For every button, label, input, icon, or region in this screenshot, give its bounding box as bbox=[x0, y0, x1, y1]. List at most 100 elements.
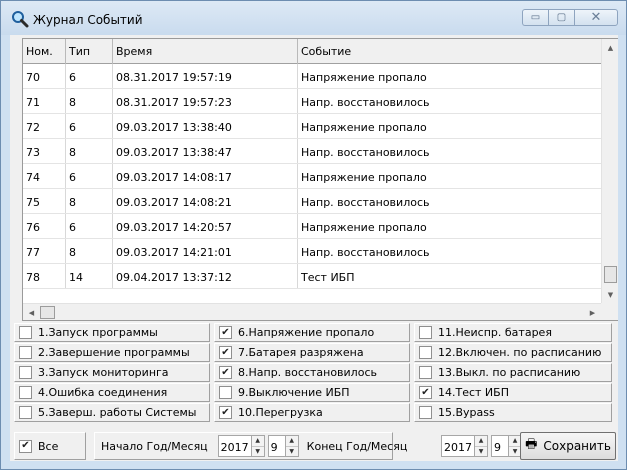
cell-event: Тест ИБП bbox=[301, 271, 355, 284]
printer-icon: 🖶 bbox=[525, 437, 538, 452]
event-log-window: Журнал Событий ▭ ▢ ✕ Ном. Тип Время Собы… bbox=[0, 0, 627, 470]
title-bar[interactable]: Журнал Событий ▭ ▢ ✕ bbox=[1, 1, 626, 35]
filter-checkbox-4[interactable]: 4.Ошибка соединения bbox=[14, 383, 210, 402]
table-row[interactable]: 72 6 09.03.2017 13:38:40 Напряжение пропало bbox=[23, 114, 601, 139]
checkmark-icon[interactable]: ✔ bbox=[219, 326, 232, 339]
horizontal-scroll-thumb[interactable] bbox=[40, 306, 55, 319]
filter-checkbox-14[interactable]: ✔ 14.Тест ИБП bbox=[414, 383, 612, 402]
end-date-group: 2017 ▲ ▼ 9 ▲ ▼ bbox=[439, 432, 522, 460]
checkbox-box[interactable] bbox=[19, 406, 32, 419]
cell-number: 77 bbox=[23, 239, 66, 263]
table-row[interactable]: 73 8 09.03.2017 13:38:47 Напр. восстановило… bbox=[23, 139, 601, 164]
filter-checkbox-10[interactable]: ✔ 10.Перегрузка bbox=[214, 403, 410, 422]
checkbox-box[interactable] bbox=[419, 406, 432, 419]
filter-checkbox-7[interactable]: ✔ 7.Батарея разряжена bbox=[214, 343, 410, 362]
filter-checkbox-2[interactable]: 2.Завершение программы bbox=[14, 343, 210, 362]
scroll-right-icon[interactable]: ▶ bbox=[584, 304, 601, 321]
checkmark-icon[interactable]: ✔ bbox=[419, 386, 432, 399]
vertical-scroll-thumb[interactable] bbox=[604, 266, 617, 283]
start-month-spinner[interactable]: 9 ▲ ▼ bbox=[267, 435, 299, 457]
start-month-value[interactable]: 9 bbox=[267, 435, 286, 457]
filter-checkbox-9[interactable]: 9.Выключение ИБП bbox=[214, 383, 410, 402]
cell-type: 6 bbox=[66, 164, 113, 188]
filter-checkbox-1[interactable]: 1.Запуск программы bbox=[14, 323, 210, 342]
column-header-number[interactable]: Ном. bbox=[23, 39, 66, 64]
filter-checkbox-6[interactable]: ✔ 6.Напряжение пропало bbox=[214, 323, 410, 342]
scroll-left-icon[interactable]: ◀ bbox=[23, 304, 40, 321]
cell-event: Напр. восстановилось bbox=[301, 246, 430, 259]
spin-up-icon[interactable]: ▲ bbox=[475, 436, 487, 447]
end-year-spinner[interactable]: 2017 ▲ ▼ bbox=[441, 435, 488, 457]
minimize-button[interactable]: ▭ bbox=[522, 9, 548, 26]
window-title: Журнал Событий bbox=[33, 13, 143, 27]
filter-checkbox-label: 5.Заверш. работы Системы bbox=[38, 406, 197, 419]
start-year-value[interactable]: 2017 bbox=[217, 435, 252, 457]
checkbox-box[interactable] bbox=[419, 366, 432, 379]
filter-checkbox-3[interactable]: 3.Запуск мониторинга bbox=[14, 363, 210, 382]
table-row[interactable]: 71 8 08.31.2017 19:57:23 Напр. восстановило… bbox=[23, 89, 601, 114]
cell-time: 09.03.2017 14:08:21 bbox=[113, 189, 298, 213]
table-header: Ном. Тип Время Событие bbox=[23, 39, 601, 64]
checkmark-icon[interactable]: ✔ bbox=[219, 366, 232, 379]
spin-down-icon[interactable]: ▼ bbox=[285, 446, 298, 456]
vertical-scrollbar[interactable]: ▲ ▼ bbox=[601, 39, 618, 303]
cell-time: 09.03.2017 13:38:47 bbox=[113, 139, 298, 163]
filter-checkbox-15[interactable]: 15.Bypass bbox=[414, 403, 612, 422]
all-checkbox-box[interactable]: ✔ bbox=[19, 439, 32, 453]
table-row[interactable]: 77 8 09.03.2017 14:21:01 Напр. восстановило… bbox=[23, 239, 601, 264]
column-header-time[interactable]: Время bbox=[113, 39, 298, 64]
checkbox-box[interactable] bbox=[19, 326, 32, 339]
end-date-label: Конец Год/Месяц bbox=[306, 439, 408, 453]
spin-down-icon[interactable]: ▼ bbox=[475, 446, 487, 456]
filter-checkbox-8[interactable]: ✔ 8.Напр. восстановилось bbox=[214, 363, 410, 382]
table-row[interactable]: 70 6 08.31.2017 19:57:19 Напряжение пропало bbox=[23, 64, 601, 89]
start-year-spinner[interactable]: 2017 ▲ ▼ bbox=[217, 435, 265, 457]
checkbox-box[interactable] bbox=[419, 326, 432, 339]
filter-checkbox-label: 14.Тест ИБП bbox=[438, 386, 509, 399]
filter-checkbox-label: 15.Bypass bbox=[438, 406, 495, 419]
checkbox-box[interactable] bbox=[19, 366, 32, 379]
checkbox-box[interactable] bbox=[219, 386, 232, 399]
filter-checkbox-13[interactable]: 13.Выкл. по расписанию bbox=[414, 363, 612, 382]
table-row[interactable]: 74 6 09.03.2017 14:08:17 Напряжение пропало bbox=[23, 164, 601, 189]
end-year-value[interactable]: 2017 bbox=[441, 435, 475, 457]
cell-number: 72 bbox=[23, 114, 66, 138]
save-button[interactable]: 🖶 Сохранить bbox=[520, 432, 616, 460]
save-button-label: Сохранить bbox=[543, 439, 611, 453]
spin-down-icon[interactable]: ▼ bbox=[251, 446, 264, 456]
filter-checkbox-label: 6.Напряжение пропало bbox=[238, 326, 375, 339]
filter-checkbox-label: 12.Включен. по расписанию bbox=[438, 346, 602, 359]
spin-up-icon[interactable]: ▲ bbox=[251, 436, 264, 447]
close-button[interactable]: ✕ bbox=[574, 9, 618, 26]
spin-up-icon[interactable]: ▲ bbox=[285, 436, 298, 447]
column-header-type[interactable]: Тип bbox=[66, 39, 113, 64]
checkbox-box[interactable] bbox=[19, 346, 32, 359]
event-table: Ном. Тип Время Событие 70 6 08.31.2017 19:… bbox=[22, 38, 618, 321]
table-row[interactable]: 76 6 09.03.2017 14:20:57 Напряжение пропало bbox=[23, 214, 601, 239]
checkmark-icon[interactable]: ✔ bbox=[219, 346, 232, 359]
cell-event: Напряжение пропало bbox=[301, 171, 427, 184]
checkbox-box[interactable] bbox=[19, 386, 32, 399]
cell-event: Напряжение пропало bbox=[301, 71, 427, 84]
end-month-value[interactable]: 9 bbox=[491, 435, 509, 457]
cell-number: 70 bbox=[23, 64, 66, 88]
all-checkbox[interactable]: ✔ Все bbox=[14, 432, 86, 460]
end-month-spinner[interactable]: 9 ▲ ▼ bbox=[491, 435, 522, 457]
column-header-event[interactable]: Событие bbox=[298, 39, 601, 64]
horizontal-scrollbar[interactable]: ◀ ▶ bbox=[23, 303, 601, 320]
maximize-button[interactable]: ▢ bbox=[548, 9, 574, 26]
filter-checkbox-11[interactable]: 11.Неиспр. батарея bbox=[414, 323, 612, 342]
table-row[interactable]: 75 8 09.03.2017 14:08:21 Напр. восстановило… bbox=[23, 189, 601, 214]
filter-checkbox-12[interactable]: 12.Включен. по расписанию bbox=[414, 343, 612, 362]
scroll-up-icon[interactable]: ▲ bbox=[602, 39, 619, 56]
filter-checkbox-label: 7.Батарея разряжена bbox=[238, 346, 364, 359]
filter-checkbox-5[interactable]: 5.Заверш. работы Системы bbox=[14, 403, 210, 422]
checkbox-box[interactable] bbox=[419, 346, 432, 359]
scroll-down-icon[interactable]: ▼ bbox=[602, 286, 619, 303]
table-row[interactable]: 78 14 09.04.2017 13:37:12 Тест ИБП bbox=[23, 264, 601, 289]
checkmark-icon[interactable]: ✔ bbox=[219, 406, 232, 419]
cell-type: 14 bbox=[66, 264, 113, 288]
filter-checkbox-label: 4.Ошибка соединения bbox=[38, 386, 168, 399]
cell-event: Напр. восстановилось bbox=[301, 146, 430, 159]
filter-checkbox-label: 8.Напр. восстановилось bbox=[238, 366, 377, 379]
